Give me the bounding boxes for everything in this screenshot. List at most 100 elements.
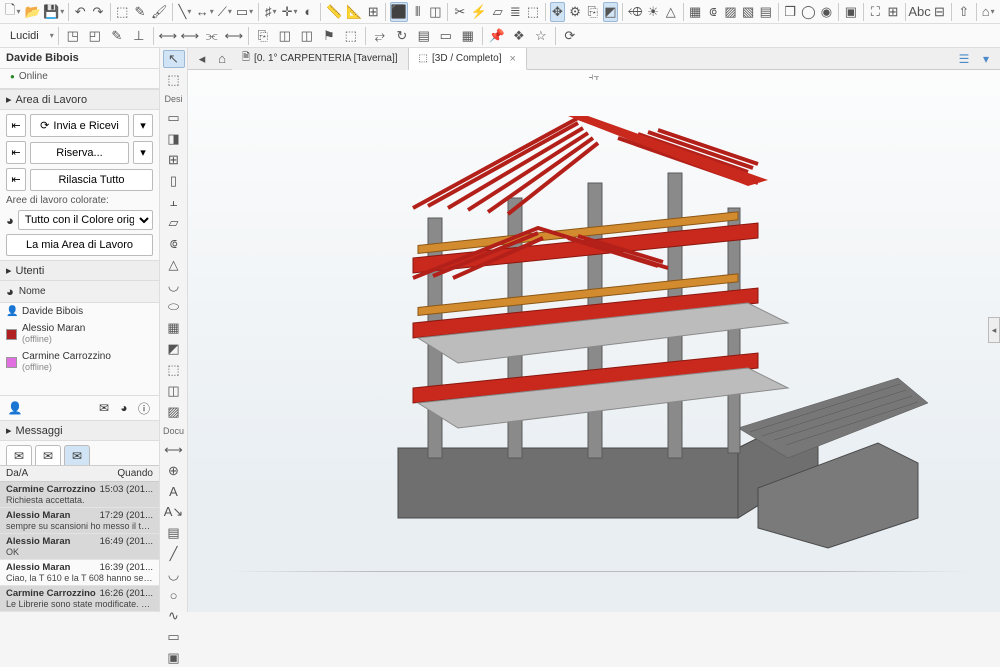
select-icon[interactable]: ⬚ — [115, 2, 131, 22]
level-tool[interactable]: ⊕ — [163, 462, 185, 480]
segment-icon[interactable]: ⟋▾ — [217, 2, 233, 22]
undo-icon[interactable]: ↶ — [72, 2, 88, 22]
guide-icon[interactable]: ⊞ — [365, 2, 381, 22]
home-icon[interactable]: ⌂▾ — [980, 2, 996, 22]
cylinder-icon[interactable]: ◯ — [800, 2, 817, 22]
message-item[interactable]: Alessio Maran16:49 (201... OK — [0, 534, 159, 560]
fill-icon[interactable]: ▤ — [758, 2, 774, 22]
fav-icon[interactable]: ☆ — [531, 26, 551, 46]
viewport-scroll-handle[interactable]: ◂ — [988, 317, 1000, 343]
layer-ortho-icon[interactable]: ⊥ — [129, 26, 149, 46]
fill-tool[interactable]: ▤ — [163, 524, 185, 542]
cut-line-icon[interactable]: ╲▾ — [177, 2, 193, 22]
cube-icon[interactable]: ❒ — [782, 2, 798, 22]
viewport-3d[interactable]: ◂ ⌂ 🗎 [0. 1° CARPENTERIA [Taverna]] ⬚ [3… — [188, 48, 1000, 612]
grid-icon[interactable]: ♯▾ — [263, 2, 279, 22]
skylight-tool[interactable]: ⬭ — [163, 298, 185, 316]
message-item[interactable]: Carmine Carrozzino15:03 (201... Richiest… — [0, 482, 159, 508]
marquee-tool[interactable]: ⬚ — [163, 71, 185, 89]
drawing-tool[interactable]: ▭ — [163, 628, 185, 646]
arrow-tool[interactable]: ↖ — [163, 50, 185, 68]
stair-tool[interactable]: ⟃ — [163, 235, 185, 253]
color-select[interactable]: Tutto con il Colore originale — [18, 210, 153, 230]
plane-icon[interactable]: ▱ — [490, 2, 506, 22]
nav-home-icon[interactable]: ⌂ — [212, 49, 232, 69]
msg-tab-inbox[interactable]: ✉ — [6, 445, 32, 465]
refresh-icon[interactable]: ⟳ — [560, 26, 580, 46]
dim-chain-icon[interactable]: ⫘ — [202, 26, 222, 46]
measure-icon[interactable]: ↔▾ — [195, 2, 215, 22]
beam-icon[interactable]: ⫴ — [410, 2, 426, 22]
send-receive-button[interactable]: ⟳Invia e Ricevi — [30, 114, 129, 137]
section-icon[interactable]: ▣ — [843, 2, 859, 22]
user-row[interactable]: Alessio Maran(offline) — [0, 320, 159, 348]
hatch-icon[interactable]: ▨ — [723, 2, 739, 22]
cut-icon[interactable]: ✂ — [452, 2, 468, 22]
trace-icon[interactable]: ◐ — [301, 2, 317, 22]
layer-cube-icon[interactable]: ◳ — [63, 26, 83, 46]
cone-icon[interactable]: ◉ — [819, 2, 835, 22]
zone-tool[interactable]: ◫ — [163, 382, 185, 400]
wall-tool-icon[interactable]: ▦ — [687, 2, 703, 22]
go-left-button[interactable]: ⇤ — [6, 114, 26, 137]
snap-icon[interactable]: ✛▾ — [281, 2, 299, 22]
text-tool[interactable]: A — [163, 483, 185, 500]
save-icon[interactable]: 💾▾ — [44, 2, 64, 22]
prop-icon[interactable]: ⥂ — [370, 26, 390, 46]
text-icon[interactable]: Abc — [910, 2, 930, 22]
mesh-tool[interactable]: ▨ — [163, 403, 185, 421]
ruler-icon[interactable]: 📏 — [325, 2, 343, 22]
spline-tool[interactable]: ∿ — [163, 607, 185, 625]
reserve-button[interactable]: Riserva... — [30, 142, 129, 164]
nav-back-icon[interactable]: ◂ — [192, 49, 212, 69]
flag-icon[interactable]: ⚑ — [319, 26, 339, 46]
dim-align-icon[interactable]: ⟷ — [224, 26, 244, 46]
label-icon[interactable]: ⊟ — [932, 2, 948, 22]
line-tool[interactable]: ╱ — [163, 545, 185, 563]
magic-icon[interactable]: ⚡ — [470, 2, 488, 22]
viewport-menu-icon[interactable]: ☰ — [954, 50, 974, 68]
my-area-button[interactable]: La mia Area di Lavoro — [6, 234, 153, 256]
roof-tool[interactable]: △ — [163, 256, 185, 274]
mark-icon[interactable]: ◫ — [297, 26, 317, 46]
object-icon[interactable]: ▭ — [436, 26, 456, 46]
sun-icon[interactable]: ☀ — [645, 2, 661, 22]
release-left-button[interactable]: ⇤ — [6, 168, 26, 191]
section-tool[interactable]: ▣ — [163, 649, 185, 667]
wall-tool[interactable]: ▭ — [163, 109, 185, 127]
dim-h-icon[interactable]: ⟷ — [158, 26, 178, 46]
view3d-icon[interactable]: ⬛ — [390, 2, 408, 22]
redo-icon[interactable]: ↷ — [90, 2, 106, 22]
msg-tab-sent[interactable]: ✉ — [35, 445, 61, 465]
struct-icon[interactable]: ▦ — [458, 26, 478, 46]
arc-tool[interactable]: ◡ — [163, 566, 185, 584]
dim-tool[interactable]: ⟷ — [163, 441, 185, 459]
wall-icon[interactable]: ◫ — [428, 2, 444, 22]
fit-icon[interactable]: ⛶ — [867, 2, 883, 22]
viewport-tab-active[interactable]: ⬚ [3D / Completo]× — [409, 48, 527, 70]
reserve-left-button[interactable]: ⇤ — [6, 141, 26, 164]
colorwheel-icon[interactable]: ◕ — [115, 400, 133, 416]
morph-tool[interactable]: ◩ — [163, 340, 185, 358]
ruler2-icon[interactable]: 📐 — [345, 2, 363, 22]
modify-move-icon[interactable]: ✥ — [550, 2, 566, 22]
viewport-dd-icon[interactable]: ▾ — [976, 50, 996, 68]
mail-icon[interactable]: ✉ — [95, 400, 113, 416]
message-item[interactable]: Carmine Carrozzino16:26 (201... Le Libre… — [0, 586, 159, 612]
user-icon[interactable]: 👤 — [6, 400, 24, 416]
layer-sheet-icon[interactable]: ◰ — [85, 26, 105, 46]
message-item[interactable]: Alessio Maran17:29 (201... sempre su sca… — [0, 508, 159, 534]
layers-icon[interactable]: ≣ — [508, 2, 524, 22]
messages-panel-header[interactable]: ▸ Messaggi — [0, 420, 159, 441]
send-dd-button[interactable]: ▾ — [133, 114, 153, 137]
curtainwall-tool[interactable]: ▦ — [163, 319, 185, 337]
viewport-tab[interactable]: 🗎 [0. 1° CARPENTERIA [Taverna]] — [232, 48, 409, 70]
box-icon[interactable]: ▭▾ — [235, 2, 254, 22]
eyedropper-icon[interactable]: ✎ — [132, 2, 148, 22]
upload-icon[interactable]: ⇧ — [956, 2, 972, 22]
hatch2-icon[interactable]: ▧ — [740, 2, 756, 22]
region-icon[interactable]: ⬚ — [525, 2, 541, 22]
slab-tool[interactable]: ▱ — [163, 214, 185, 232]
sheet-icon[interactable]: ▤ — [414, 26, 434, 46]
message-item[interactable]: Alessio Maran16:39 (201... Ciao, la T 61… — [0, 560, 159, 586]
